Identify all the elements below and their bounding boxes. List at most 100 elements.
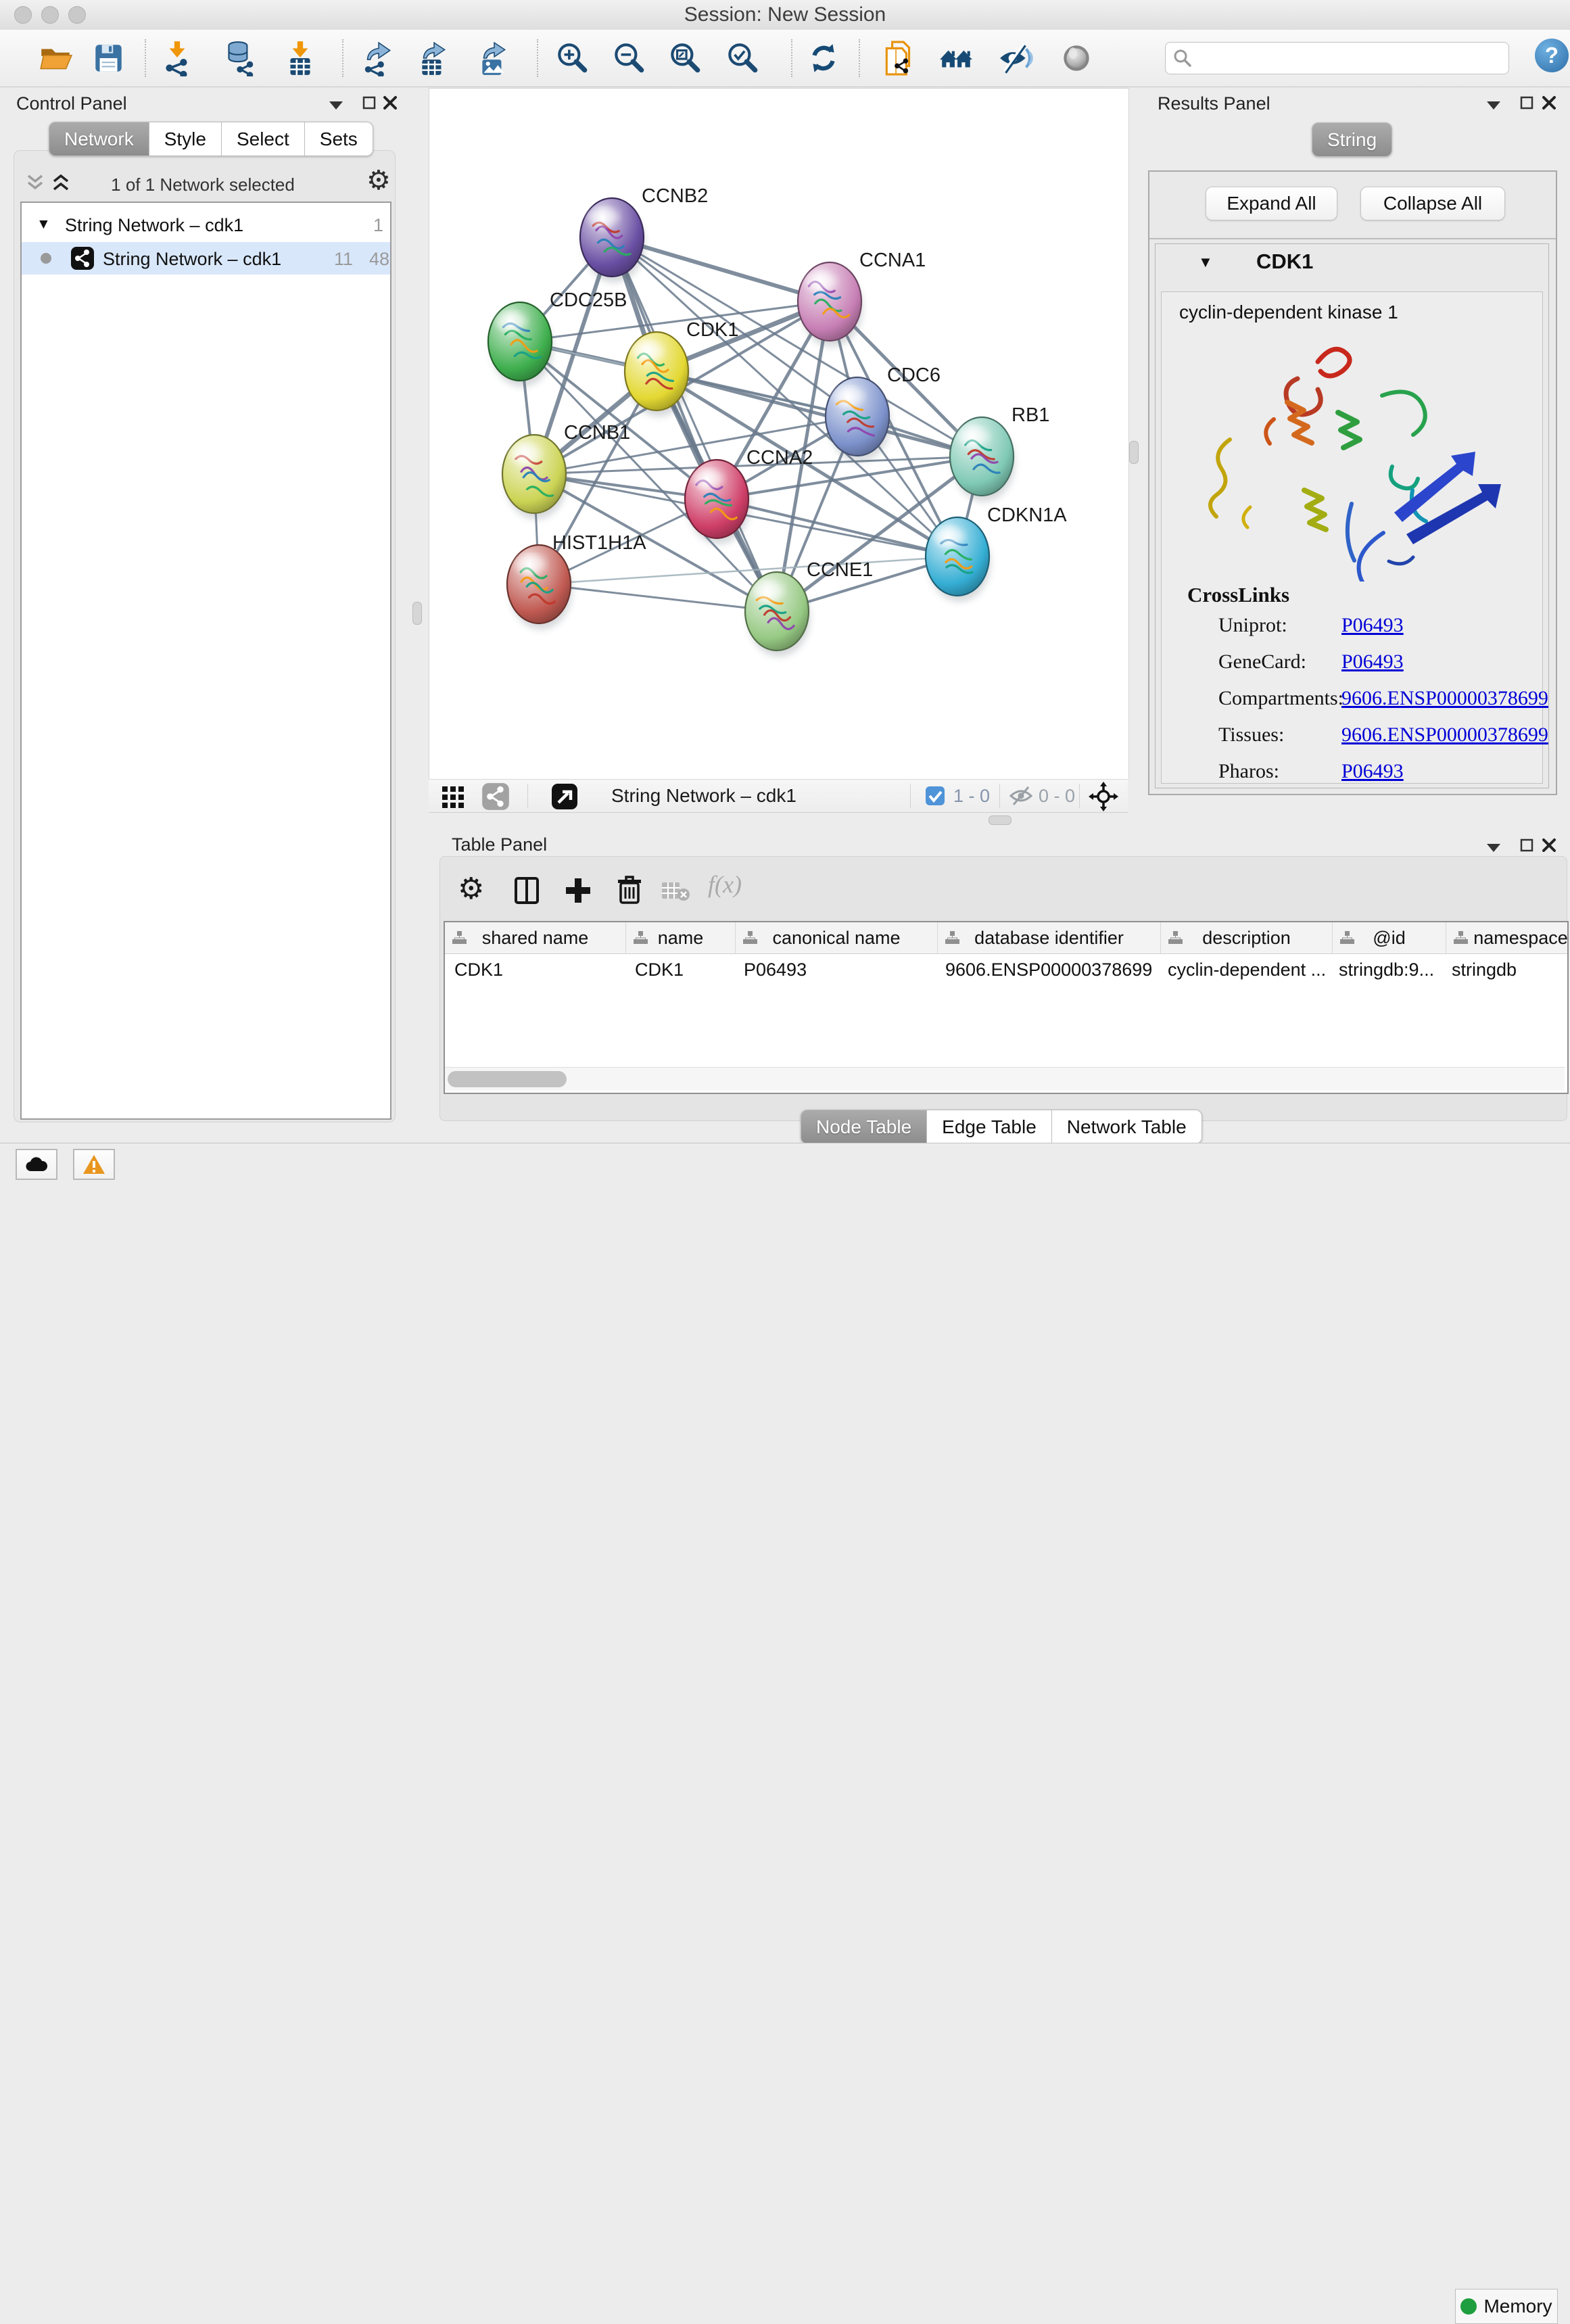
hide-unhide-button[interactable] — [995, 38, 1036, 78]
network-canvas[interactable]: CCNB2CCNA1CDC25BCDK1CDC6RB1CCNB1CCNA2CDK… — [429, 88, 1129, 780]
cell-database-identifier[interactable]: 9606.ENSP00000378699 — [936, 954, 1158, 985]
table-panel-float-icon[interactable] — [1520, 838, 1533, 852]
results-panel-float-icon[interactable] — [1520, 96, 1533, 110]
tab-string[interactable]: String — [1312, 122, 1392, 157]
presentation-sphere-button[interactable] — [1056, 38, 1097, 78]
crosslink-value-genecard-[interactable]: P06493 — [1341, 650, 1404, 673]
tab-network[interactable]: Network — [49, 122, 149, 156]
save-session-button[interactable] — [88, 38, 128, 78]
refresh-button[interactable] — [803, 38, 844, 78]
network-collection-row[interactable]: ▼ String Network – cdk1 1 — [22, 208, 390, 241]
zoom-out-button[interactable] — [609, 38, 649, 78]
show-all-networks-button[interactable] — [936, 38, 976, 78]
crosslink-label-genecard-: GeneCard: — [1218, 650, 1306, 673]
detach-view-icon[interactable] — [550, 782, 579, 811]
export-network-button[interactable] — [357, 38, 398, 78]
network-edge[interactable] — [612, 237, 777, 611]
network-node-CCNE1[interactable]: CCNE1 — [745, 559, 873, 657]
crosslink-value-tissues-[interactable]: 9606.ENSP00000378699 — [1341, 724, 1548, 746]
help-button[interactable]: ? — [1535, 39, 1569, 72]
network-share-icon[interactable] — [481, 782, 510, 811]
expander-triangle-icon[interactable]: ▼ — [37, 216, 51, 233]
results-panel-close-icon[interactable] — [1542, 95, 1556, 110]
column-header-name[interactable]: name — [626, 922, 736, 953]
clone-network-button[interactable] — [879, 38, 920, 78]
network-node-HIST1H1A[interactable]: HIST1H1A — [507, 532, 646, 630]
control-panel-close-icon[interactable] — [383, 95, 398, 110]
crosslink-value-compartments-[interactable]: 9606.ENSP00000378699 — [1341, 687, 1548, 710]
expand-all-button[interactable]: Expand All — [1206, 187, 1337, 220]
toolbar-separator — [791, 39, 792, 77]
cell--id[interactable]: stringdb:9... — [1329, 954, 1442, 985]
cell-namespace[interactable]: stringdb — [1442, 954, 1569, 985]
column-header-canonical-name[interactable]: canonical name — [736, 922, 938, 953]
import-table-button[interactable] — [280, 38, 320, 78]
cloud-button[interactable] — [16, 1149, 57, 1180]
column-header-namespace[interactable]: namespace — [1446, 922, 1569, 953]
zoom-in-icon — [554, 40, 590, 76]
zoom-selected-button[interactable] — [722, 38, 763, 78]
table-panel-menu-icon[interactable] — [1486, 843, 1501, 853]
birdseye-navigator-icon[interactable] — [1089, 782, 1118, 811]
node-count: 11 — [334, 249, 353, 270]
cell-canonical-name[interactable]: P06493 — [734, 954, 936, 985]
control-panel-menu-icon[interactable] — [329, 100, 343, 110]
zoom-in-button[interactable] — [552, 38, 592, 78]
selected-checkbox-icon[interactable] — [925, 786, 945, 806]
left-splitter-handle[interactable] — [412, 602, 422, 625]
results-panel-menu-icon[interactable] — [1486, 100, 1501, 110]
network-edge[interactable] — [539, 584, 777, 611]
export-image-button[interactable] — [473, 38, 514, 78]
network-node-CCNA2[interactable]: CCNA2 — [685, 447, 813, 544]
table-horizontal-scrollbar[interactable] — [445, 1067, 1565, 1091]
network-node-RB1[interactable]: RB1 — [950, 404, 1049, 502]
warnings-button[interactable] — [73, 1149, 115, 1180]
tab-edge-table[interactable]: Edge Table — [927, 1110, 1052, 1144]
show-columns-icon[interactable] — [512, 876, 542, 905]
table-row[interactable]: CDK1CDK1P064939606.ENSP00000378699cyclin… — [445, 954, 1569, 985]
import-network-button[interactable] — [157, 38, 197, 78]
tab-sets[interactable]: Sets — [305, 122, 373, 156]
open-session-button[interactable] — [35, 38, 76, 78]
cell-description[interactable]: cyclin-dependent ... — [1158, 954, 1329, 985]
column-header-shared-name[interactable]: shared name — [445, 922, 626, 953]
network-graph[interactable]: CCNB2CCNA1CDC25BCDK1CDC6RB1CCNB1CCNA2CDK… — [429, 89, 1128, 780]
control-panel-float-icon[interactable] — [362, 96, 376, 110]
search-input[interactable] — [1198, 44, 1498, 71]
crosslink-value-uniprot-[interactable]: P06493 — [1341, 614, 1404, 637]
crosslink-value-pharos-[interactable]: P06493 — [1341, 760, 1404, 783]
entry-expander-triangle-icon[interactable]: ▼ — [1198, 254, 1213, 271]
column-header--id[interactable]: @id — [1333, 922, 1446, 953]
network-row[interactable]: String Network – cdk1 11 48 — [22, 242, 390, 275]
table-panel-close-icon[interactable] — [1542, 838, 1556, 853]
memory-status-dot — [1460, 2298, 1477, 2315]
export-table-button[interactable] — [413, 38, 454, 78]
cell-shared-name[interactable]: CDK1 — [445, 954, 625, 985]
column-type-icon — [1168, 930, 1183, 945]
hidden-eye-slash-icon[interactable] — [1009, 785, 1033, 807]
table-gear-icon[interactable]: ⚙ — [458, 872, 484, 906]
collapse-all-button[interactable]: Collapse All — [1360, 187, 1505, 220]
tab-style[interactable]: Style — [149, 122, 222, 156]
network-options-gear-icon[interactable]: ⚙ — [366, 165, 391, 196]
column-header-description[interactable]: description — [1161, 922, 1333, 953]
network-node-CDC6[interactable]: CDC6 — [826, 364, 941, 462]
delete-column-icon[interactable] — [615, 874, 644, 905]
toolbar-search[interactable] — [1165, 42, 1509, 74]
scrollbar-thumb[interactable] — [448, 1071, 567, 1087]
node-table[interactable]: shared namenamecanonical namedatabase id… — [444, 921, 1569, 1094]
column-header-database-identifier[interactable]: database identifier — [938, 922, 1161, 953]
tab-select[interactable]: Select — [222, 122, 305, 156]
memory-button[interactable]: Memory — [1455, 2289, 1558, 2324]
right-splitter-handle[interactable] — [1129, 441, 1139, 464]
tab-network-table[interactable]: Network Table — [1052, 1110, 1202, 1144]
grid-view-icon[interactable] — [441, 784, 467, 809]
network-node-CDKN1A[interactable]: CDKN1A — [926, 504, 1067, 602]
cell-name[interactable]: CDK1 — [625, 954, 734, 985]
bottom-splitter-handle[interactable] — [989, 815, 1012, 825]
import-network-from-database-button[interactable] — [219, 38, 260, 78]
zoom-fit-button[interactable] — [665, 38, 705, 78]
tab-node-table[interactable]: Node Table — [801, 1110, 927, 1144]
add-column-icon[interactable] — [563, 876, 593, 905]
collapse-all-icon[interactable] — [26, 173, 45, 193]
